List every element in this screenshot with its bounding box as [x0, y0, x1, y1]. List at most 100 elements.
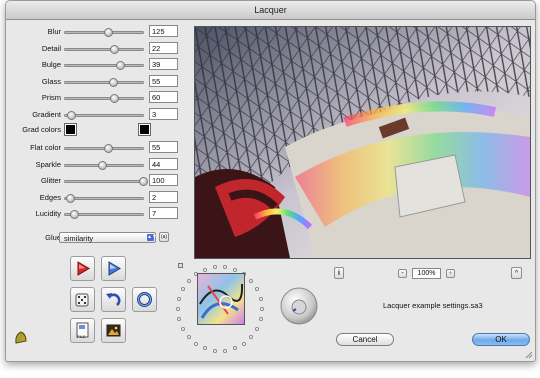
slider-row: Sparkle 44	[6, 157, 186, 172]
randomize-button[interactable]	[70, 287, 95, 312]
dice-icon	[75, 293, 89, 307]
slider-label: Blur	[47, 27, 61, 36]
slider-track[interactable]	[64, 193, 144, 203]
slider-label: Gradient	[32, 110, 61, 119]
collapse-button[interactable]: ^	[511, 267, 522, 279]
slider-value-field[interactable]: 60	[149, 91, 178, 104]
slider-knob[interactable]	[103, 28, 113, 37]
ring-dot[interactable]	[232, 346, 237, 351]
slider-value-field[interactable]: 55	[149, 74, 178, 87]
ring-dot[interactable]	[203, 267, 208, 272]
slider-value-field[interactable]: 2	[149, 190, 178, 203]
ring-dot[interactable]	[180, 326, 185, 331]
file-icon-label: FILE	[77, 334, 86, 339]
render-red-button[interactable]	[70, 256, 95, 281]
ring-dot[interactable]	[241, 341, 246, 346]
cancel-button[interactable]: Cancel	[336, 333, 394, 346]
slider-value-field[interactable]: 55	[149, 141, 178, 153]
ring-dot[interactable]	[255, 287, 260, 292]
ring-dot[interactable]	[249, 334, 254, 339]
slider-value-field[interactable]: 39	[149, 58, 178, 71]
slider-value-field[interactable]: 125	[149, 25, 178, 37]
slider-row: Blur 125	[6, 25, 186, 39]
slider-track[interactable]	[64, 111, 144, 120]
render-blue-button[interactable]	[101, 256, 126, 281]
main-preview-image[interactable]	[194, 26, 531, 259]
slider-knob[interactable]	[70, 210, 80, 220]
ring-dot[interactable]	[177, 317, 182, 322]
glue-option-button[interactable]: (a)	[159, 232, 169, 242]
play-red-icon	[77, 261, 90, 276]
slider-value-field[interactable]: 7	[149, 207, 178, 220]
grad-colors-label: Grad colors	[22, 125, 61, 134]
slider-row: Detail 22	[6, 41, 186, 56]
slider-label: Glitter	[40, 176, 61, 186]
slider-value-field[interactable]: 44	[149, 157, 178, 170]
slider-value-field[interactable]: 22	[149, 41, 178, 54]
thumbnail-preview[interactable]	[197, 273, 245, 325]
slider-knob[interactable]	[139, 177, 148, 187]
ring-dot[interactable]	[176, 307, 180, 311]
thumbnail-artwork	[199, 283, 244, 319]
ring-handle[interactable]	[178, 263, 183, 268]
ring-dot[interactable]	[186, 279, 191, 284]
zoom-level-field[interactable]: 100%	[412, 268, 441, 279]
preview-artwork	[195, 27, 530, 258]
slider-track[interactable]	[64, 177, 148, 187]
slider-value-field[interactable]: 100	[149, 174, 178, 187]
slider-group: Blur 125 Detail 22 Bulge 39 Glass 55 Prism 60 Grad…	[6, 25, 186, 125]
ring-dot[interactable]	[203, 346, 208, 351]
slider-track[interactable]	[64, 28, 144, 37]
ring-dot[interactable]	[223, 348, 228, 353]
ring-icon	[137, 292, 152, 307]
glue-select[interactable]: similarity ▲▼	[59, 232, 157, 243]
slider-knob[interactable]	[98, 160, 108, 170]
ring-dot[interactable]	[258, 317, 263, 322]
slider-track[interactable]	[64, 94, 144, 104]
slider-row: Flat color 55	[6, 141, 186, 155]
ring-dot[interactable]	[212, 265, 217, 270]
lacquer-logo-icon	[15, 331, 27, 344]
slider-knob[interactable]	[115, 61, 125, 71]
slider-knob[interactable]	[110, 94, 120, 104]
slider-knob[interactable]	[66, 193, 76, 203]
ring-dot[interactable]	[223, 265, 228, 270]
slider-row: Glitter 100	[6, 174, 186, 188]
undo-button[interactable]	[101, 287, 126, 312]
file-button[interactable]: FILE	[70, 318, 95, 343]
ring-dot[interactable]	[180, 287, 185, 292]
ring-dot[interactable]	[249, 279, 254, 284]
grad-color-right-swatch[interactable]	[138, 123, 151, 136]
ring-dot[interactable]	[255, 326, 260, 331]
slider-row: Prism 60	[6, 91, 186, 105]
slider-value-field[interactable]: 3	[149, 108, 178, 120]
slider-track[interactable]	[64, 77, 144, 87]
info-button[interactable]: i	[334, 267, 344, 279]
ring-dot[interactable]	[232, 267, 237, 272]
angle-wheel-control[interactable]	[279, 286, 319, 326]
slider-track[interactable]	[64, 144, 144, 153]
zoom-out-button[interactable]: -	[398, 269, 407, 278]
resize-grip-icon[interactable]	[524, 350, 533, 359]
slider-knob[interactable]	[67, 111, 77, 120]
reset-button[interactable]	[132, 287, 157, 312]
ring-dot[interactable]	[258, 296, 263, 301]
ring-dot[interactable]	[260, 307, 264, 311]
slider-track[interactable]	[64, 61, 144, 71]
slider-track[interactable]	[64, 44, 144, 54]
ok-button[interactable]: OK	[472, 333, 530, 346]
grad-color-left-swatch[interactable]	[64, 123, 77, 136]
slider-track[interactable]	[64, 160, 144, 170]
ring-dot[interactable]	[212, 348, 217, 353]
slider-knob[interactable]	[110, 44, 120, 54]
ring-dot[interactable]	[186, 334, 191, 339]
settings-filename: Lacquer example settings.sa3	[383, 301, 483, 310]
slider-row: Glass 55	[6, 74, 186, 89]
image-button[interactable]	[101, 318, 126, 343]
zoom-in-button[interactable]: +	[446, 269, 455, 278]
slider-track[interactable]	[64, 210, 144, 220]
slider-knob[interactable]	[109, 77, 119, 87]
ring-dot[interactable]	[194, 341, 199, 346]
slider-knob[interactable]	[103, 144, 113, 153]
ring-dot[interactable]	[177, 296, 182, 301]
